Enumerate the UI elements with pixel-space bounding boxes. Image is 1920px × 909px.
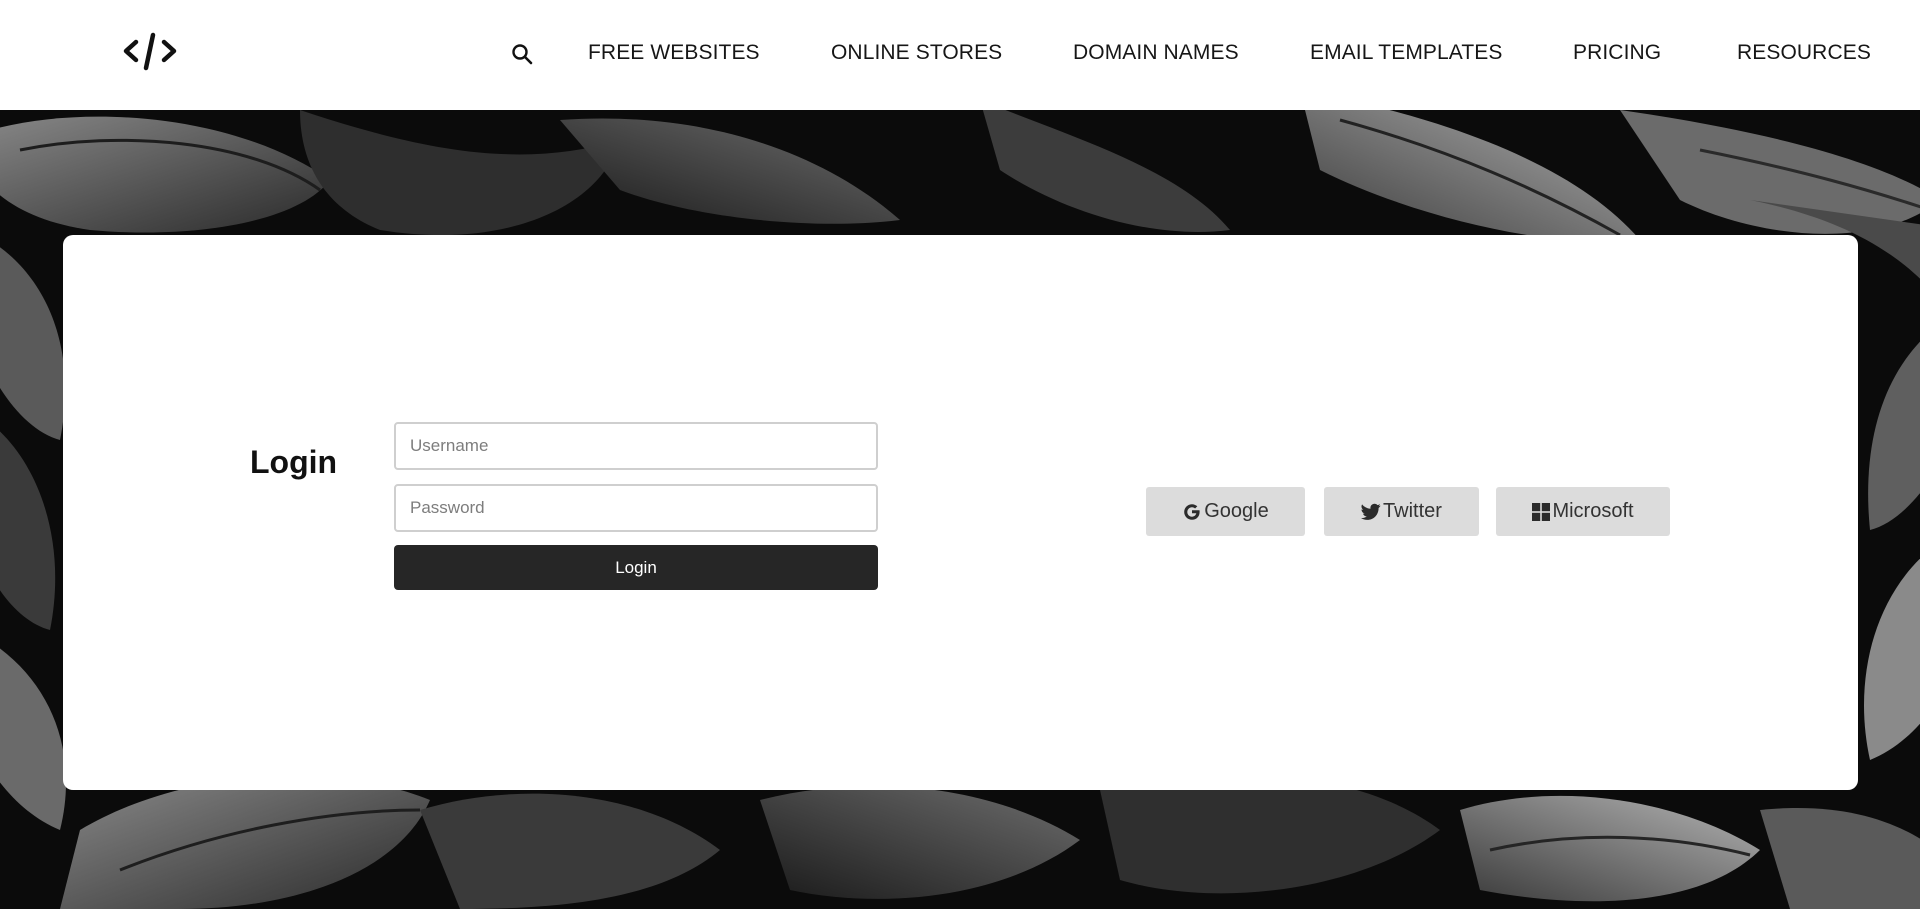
login-button[interactable]: Login [394, 545, 878, 590]
google-label: Google [1204, 500, 1269, 522]
microsoft-label: Microsoft [1552, 500, 1634, 522]
nav-free-websites[interactable]: FREE WEBSITES [588, 41, 760, 65]
twitter-icon [1361, 503, 1381, 521]
microsoft-icon [1532, 502, 1551, 521]
nav-email-templates[interactable]: EMAIL TEMPLATES [1310, 41, 1503, 65]
main-nav: FREE WEBSITES ONLINE STORES DOMAIN NAMES… [0, 0, 1920, 110]
password-input[interactable] [394, 484, 878, 532]
nav-domain-names[interactable]: DOMAIN NAMES [1073, 41, 1239, 65]
google-icon [1182, 502, 1202, 522]
twitter-label: Twitter [1383, 500, 1442, 522]
nav-online-stores[interactable]: ONLINE STORES [831, 41, 1002, 65]
twitter-login-button[interactable]: Twitter [1324, 487, 1479, 536]
login-card: Login Login Google Twitter Microso [63, 235, 1858, 790]
google-login-button[interactable]: Google [1146, 487, 1305, 536]
site-header: FREE WEBSITES ONLINE STORES DOMAIN NAMES… [0, 0, 1920, 110]
login-title: Login [250, 444, 338, 480]
nav-resources[interactable]: RESOURCES [1737, 41, 1871, 65]
nav-pricing[interactable]: PRICING [1573, 41, 1661, 65]
username-input[interactable] [394, 422, 878, 470]
microsoft-login-button[interactable]: Microsoft [1496, 487, 1670, 536]
